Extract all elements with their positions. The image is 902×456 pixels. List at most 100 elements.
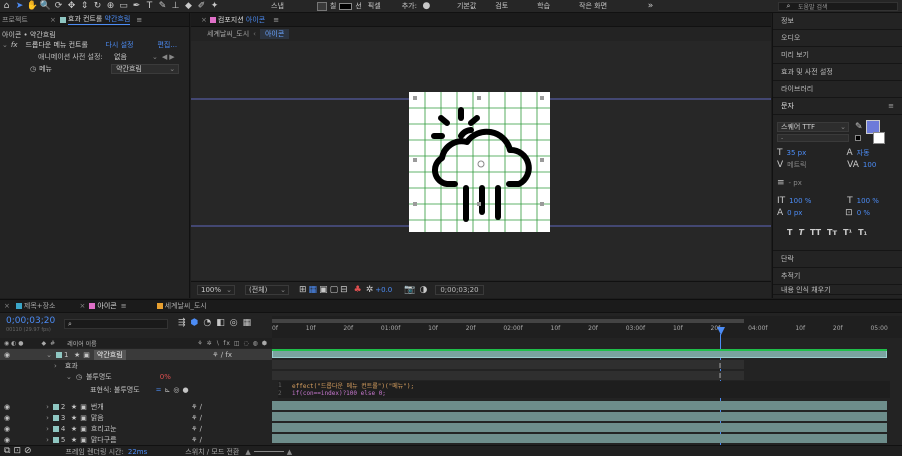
zoom-out-icon[interactable]: ▲	[245, 448, 250, 456]
tracking-value[interactable]: 100	[863, 161, 876, 169]
timeline-timecode[interactable]: 0;00;03;20	[6, 316, 55, 326]
workspace-default[interactable]: 기본값	[457, 1, 476, 11]
layer-row-2[interactable]: ◉ › 2 ★ ▣ 번개 ⚘ ∕	[0, 401, 272, 412]
twirl-icon[interactable]: ›	[46, 403, 49, 411]
tsume-value[interactable]: 0 %	[857, 209, 870, 217]
vertical-scale-value[interactable]: 100 %	[789, 197, 833, 205]
faux-italic-button[interactable]: T	[798, 228, 803, 237]
close-icon[interactable]: ×	[201, 16, 207, 24]
font-size-value[interactable]: 35 px	[787, 149, 831, 157]
brush-tool-icon[interactable]: ✎	[156, 0, 169, 13]
viewer-timecode[interactable]: 0;00;03;20	[435, 285, 484, 295]
layer-switches[interactable]: ⚘ ∕	[191, 403, 202, 411]
layer-bar-3[interactable]	[272, 412, 887, 421]
expression-graph-icon[interactable]: ⊾	[165, 386, 171, 394]
comp-viewport[interactable]	[191, 41, 771, 280]
comp-flowchart-icon[interactable]: ⇶	[178, 319, 186, 328]
layer-row-5[interactable]: ◉ › 5 ★ ▣ 맑다구름 ⚘ ∕	[0, 434, 272, 445]
shy-icon[interactable]: ◔	[203, 319, 211, 328]
fx-icon[interactable]: fx	[11, 41, 18, 49]
all-caps-button[interactable]: TT	[810, 228, 821, 237]
close-icon[interactable]: ×	[80, 302, 86, 310]
tab-project[interactable]: 프로젝트	[0, 15, 50, 25]
show-snapshot-icon[interactable]: ◑	[419, 285, 427, 295]
twirl-icon[interactable]: ›	[46, 436, 49, 444]
panel-paragraph[interactable]: 단락	[773, 251, 902, 268]
motion-blur-icon[interactable]: ◎	[230, 319, 238, 328]
panel-libraries[interactable]: 라이브러리	[773, 81, 902, 98]
workspace-review[interactable]: 검토	[495, 1, 508, 11]
small-caps-button[interactable]: Tт	[827, 228, 837, 237]
panel-audio[interactable]: 오디오	[773, 30, 902, 47]
panel-menu-icon[interactable]: ≡	[121, 302, 127, 310]
home-icon[interactable]: ⌂	[0, 0, 13, 13]
visibility-icon[interactable]: ◉	[4, 425, 10, 433]
roto-brush-icon[interactable]: ✐	[195, 0, 208, 13]
leading-value[interactable]: 자동	[857, 148, 870, 158]
twirl-icon[interactable]: ›	[54, 362, 57, 370]
baseline-value[interactable]: 0 px	[787, 209, 831, 217]
expression-editor[interactable]: 1 effect("드롭다운 메뉴 컨트롤")("메뉴"); 2 if(con==i…	[278, 381, 890, 398]
layer-switches[interactable]: ⚘ ∕	[191, 414, 202, 422]
panel-menu-icon[interactable]: ≡	[136, 16, 142, 24]
layer-name[interactable]: 맑다구름	[91, 435, 117, 445]
workspace-more-icon[interactable]: »	[644, 0, 657, 13]
work-area-bar[interactable]	[272, 319, 744, 323]
panel-character[interactable]: 문자 ≡	[773, 98, 902, 115]
fill-swatch[interactable]	[316, 1, 327, 11]
layer-name[interactable]: 약간흐림	[93, 349, 126, 360]
pan-camera-icon[interactable]: ✥	[65, 0, 78, 13]
panel-tracker[interactable]: 추적기	[773, 268, 902, 285]
modes-toggle-icon[interactable]: ⊘	[24, 447, 32, 456]
visibility-icon[interactable]: ◉	[4, 436, 10, 444]
menu-dropdown[interactable]: 약간흐림 ⌄	[111, 64, 180, 74]
panel-content-aware-fill[interactable]: 내용 인식 채우기	[773, 285, 902, 295]
layer-switches[interactable]: ⚘ ∕ fx	[212, 351, 232, 359]
snapshot-icon[interactable]: 📷	[404, 285, 415, 295]
twirl-open-icon[interactable]: ⌄	[66, 373, 72, 381]
subscript-button[interactable]: T₁	[858, 228, 867, 237]
snap-label[interactable]: 스냅	[271, 1, 284, 11]
panel-effects-presets[interactable]: 효과 및 사전 설정	[773, 64, 902, 81]
transparency-grid-icon[interactable]: ▦	[309, 285, 318, 295]
layer-toggle-icon[interactable]: ⊡	[13, 447, 21, 456]
keyframe-marker-icon[interactable]: I	[719, 372, 721, 380]
help-search[interactable]: ⌕ 도움말 검색	[778, 2, 898, 11]
guides-icon[interactable]: ⊟	[340, 285, 348, 295]
frame-blend-icon[interactable]: ◧	[216, 319, 225, 328]
clone-stamp-icon[interactable]: ⊥	[169, 0, 182, 13]
eraser-tool-icon[interactable]: ◆	[182, 0, 195, 13]
hand-tool-icon[interactable]: ✋	[26, 0, 39, 13]
tab-world-city[interactable]: 세계날씨_도시	[165, 301, 207, 311]
keyframe-marker-icon[interactable]: I	[719, 362, 721, 370]
layer-switches[interactable]: ⚘ ∕	[191, 436, 202, 444]
expression-menu-icon[interactable]: ●	[183, 386, 189, 394]
panel-info[interactable]: 정보	[773, 13, 902, 30]
workspace-learn[interactable]: 학습	[537, 1, 550, 11]
eyedropper-icon[interactable]: ✎	[855, 122, 863, 132]
pan-behind-icon[interactable]: ⊕	[104, 0, 117, 13]
rectangle-tool-icon[interactable]: ▭	[117, 0, 130, 13]
fit-icon[interactable]: ⊞	[299, 285, 307, 295]
visibility-icon[interactable]: ◉	[4, 351, 10, 359]
selection-tool-icon[interactable]: ➤	[13, 0, 26, 13]
type-tool-icon[interactable]: T	[143, 0, 156, 13]
stopwatch-icon[interactable]: ◷	[76, 373, 82, 381]
time-ruler[interactable]: 0f 10f 20f 01:00f 10f 20f 02:00f 10f 20f 03:0…	[272, 316, 902, 338]
render-toggle-icon[interactable]: ⧉	[4, 447, 10, 456]
expression-pickwhip-icon[interactable]: ◎	[173, 386, 179, 394]
edit-button[interactable]: 편집...	[157, 40, 177, 50]
layer-row-1[interactable]: ◉ ⌄ 1 ★ ▣ 약간흐림 ⚘ ∕ fx	[0, 349, 272, 360]
exposure-icon[interactable]: ✲	[366, 285, 374, 295]
panel-menu-icon[interactable]: ≡	[888, 102, 894, 110]
comp-canvas[interactable]	[409, 92, 550, 232]
layer-switches[interactable]: ⚘ ∕	[191, 425, 202, 433]
faux-bold-button[interactable]: T	[787, 228, 792, 237]
label-color-icon[interactable]	[55, 351, 62, 358]
font-style-dropdown[interactable]: -	[777, 134, 849, 142]
channel-icon[interactable]: ♣	[354, 285, 362, 295]
layer-bar-5[interactable]	[272, 434, 887, 443]
tab-composition[interactable]: 컴포지션 아이콘	[218, 15, 265, 25]
chevron-down-icon[interactable]: ⌄	[152, 53, 158, 61]
workspace-small[interactable]: 작은 화면	[579, 1, 607, 11]
